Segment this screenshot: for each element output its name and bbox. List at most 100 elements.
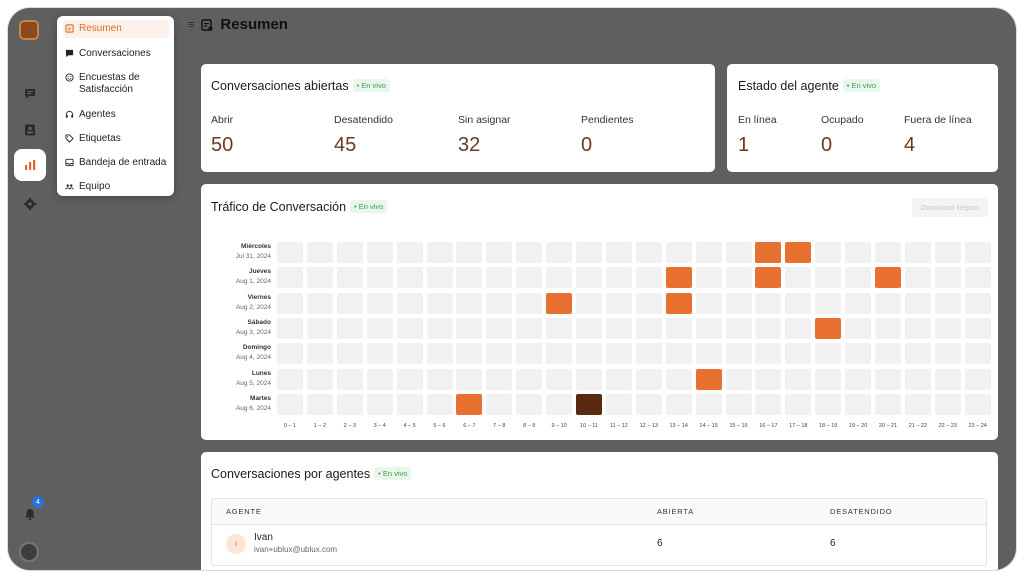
heatmap-cell[interactable] — [486, 242, 513, 263]
heatmap-cell[interactable] — [725, 242, 752, 263]
heatmap-cell[interactable] — [546, 242, 573, 263]
heatmap-cell[interactable] — [904, 343, 931, 365]
heatmap-cell[interactable] — [725, 267, 752, 289]
menu-item-equipo[interactable]: Equipo — [63, 178, 169, 196]
heatmap-cell[interactable] — [695, 368, 722, 390]
heatmap-cell[interactable] — [964, 393, 991, 415]
heatmap-cell[interactable] — [964, 292, 991, 314]
heatmap-cell[interactable] — [785, 267, 812, 289]
user-avatar[interactable] — [19, 542, 39, 562]
heatmap-cell[interactable] — [934, 242, 961, 263]
heatmap-cell[interactable] — [426, 368, 453, 390]
heatmap-cell[interactable] — [635, 393, 662, 415]
heatmap-cell[interactable] — [665, 242, 692, 263]
heatmap-cell[interactable] — [277, 368, 303, 390]
heatmap-cell[interactable] — [277, 343, 303, 365]
heatmap-cell[interactable] — [336, 317, 363, 339]
heatmap-cell[interactable] — [366, 317, 393, 339]
heatmap-cell[interactable] — [396, 368, 423, 390]
heatmap-cell[interactable] — [336, 368, 363, 390]
menu-item-etiquetas[interactable]: Etiquetas — [63, 130, 169, 148]
heatmap-cell[interactable] — [456, 317, 483, 339]
heatmap-cell[interactable] — [635, 267, 662, 289]
heatmap-cell[interactable] — [306, 267, 333, 289]
heatmap-cell[interactable] — [486, 343, 513, 365]
heatmap-cell[interactable] — [396, 393, 423, 415]
heatmap-cell[interactable] — [904, 267, 931, 289]
heatmap-cell[interactable] — [516, 317, 543, 339]
heatmap-cell[interactable] — [516, 343, 543, 365]
heatmap-cell[interactable] — [456, 267, 483, 289]
heatmap-cell[interactable] — [277, 267, 303, 289]
heatmap-cell[interactable] — [486, 317, 513, 339]
heatmap-cell[interactable] — [336, 267, 363, 289]
heatmap-cell[interactable] — [366, 242, 393, 263]
heatmap-cell[interactable] — [635, 317, 662, 339]
heatmap-cell[interactable] — [755, 292, 782, 314]
heatmap-cell[interactable] — [815, 267, 842, 289]
heatmap-cell[interactable] — [336, 242, 363, 263]
heatmap-cell[interactable] — [934, 343, 961, 365]
heatmap-cell[interactable] — [516, 292, 543, 314]
table-row[interactable]: I Ivan ivan+ublux@ublux.com 6 6 — [212, 525, 986, 565]
heatmap-cell[interactable] — [875, 368, 901, 390]
heatmap-cell[interactable] — [546, 267, 573, 289]
heatmap-cell[interactable] — [725, 292, 752, 314]
heatmap-cell[interactable] — [605, 292, 632, 314]
heatmap-cell[interactable] — [934, 393, 961, 415]
heatmap-cell[interactable] — [725, 343, 752, 365]
heatmap-cell[interactable] — [336, 393, 363, 415]
heatmap-cell[interactable] — [665, 267, 692, 289]
heatmap-cell[interactable] — [815, 242, 842, 263]
reports-icon[interactable] — [14, 149, 46, 181]
heatmap-cell[interactable] — [605, 343, 632, 365]
heatmap-cell[interactable] — [695, 267, 722, 289]
heatmap-cell[interactable] — [396, 292, 423, 314]
heatmap-cell[interactable] — [875, 242, 901, 263]
heatmap-cell[interactable] — [785, 292, 812, 314]
heatmap-cell[interactable] — [964, 317, 991, 339]
heatmap-cell[interactable] — [516, 267, 543, 289]
heatmap-cell[interactable] — [845, 267, 872, 289]
heatmap-cell[interactable] — [516, 242, 543, 263]
heatmap-cell[interactable] — [785, 242, 812, 263]
heatmap-cell[interactable] — [516, 368, 543, 390]
heatmap-cell[interactable] — [396, 317, 423, 339]
chat-icon[interactable] — [14, 78, 46, 110]
heatmap-cell[interactable] — [605, 368, 632, 390]
download-report-button[interactable]: Download Report — [912, 198, 988, 217]
heatmap-cell[interactable] — [665, 317, 692, 339]
heatmap-cell[interactable] — [336, 343, 363, 365]
heatmap-cell[interactable] — [456, 393, 483, 415]
heatmap-cell[interactable] — [546, 368, 573, 390]
heatmap-cell[interactable] — [306, 368, 333, 390]
heatmap-cell[interactable] — [277, 393, 303, 415]
heatmap-cell[interactable] — [516, 393, 543, 415]
heatmap-cell[interactable] — [546, 317, 573, 339]
heatmap-cell[interactable] — [277, 317, 303, 339]
heatmap-cell[interactable] — [845, 368, 872, 390]
heatmap-cell[interactable] — [576, 343, 602, 365]
heatmap-cell[interactable] — [306, 343, 333, 365]
heatmap-cell[interactable] — [695, 242, 722, 263]
heatmap-cell[interactable] — [875, 267, 901, 289]
heatmap-cell[interactable] — [486, 292, 513, 314]
heatmap-cell[interactable] — [785, 368, 812, 390]
menu-item-agentes[interactable]: Agentes — [63, 106, 169, 124]
menu-item-bandeja[interactable]: Bandeja de entrada — [63, 154, 169, 172]
heatmap-cell[interactable] — [934, 292, 961, 314]
heatmap-cell[interactable] — [456, 343, 483, 365]
heatmap-cell[interactable] — [576, 317, 602, 339]
heatmap-cell[interactable] — [904, 317, 931, 339]
heatmap-cell[interactable] — [635, 292, 662, 314]
heatmap-cell[interactable] — [306, 317, 333, 339]
heatmap-cell[interactable] — [934, 368, 961, 390]
heatmap-cell[interactable] — [277, 242, 303, 263]
heatmap-cell[interactable] — [845, 317, 872, 339]
heatmap-cell[interactable] — [845, 393, 872, 415]
heatmap-cell[interactable] — [426, 317, 453, 339]
heatmap-cell[interactable] — [576, 242, 602, 263]
heatmap-cell[interactable] — [845, 292, 872, 314]
heatmap-cell[interactable] — [576, 267, 602, 289]
heatmap-cell[interactable] — [904, 368, 931, 390]
